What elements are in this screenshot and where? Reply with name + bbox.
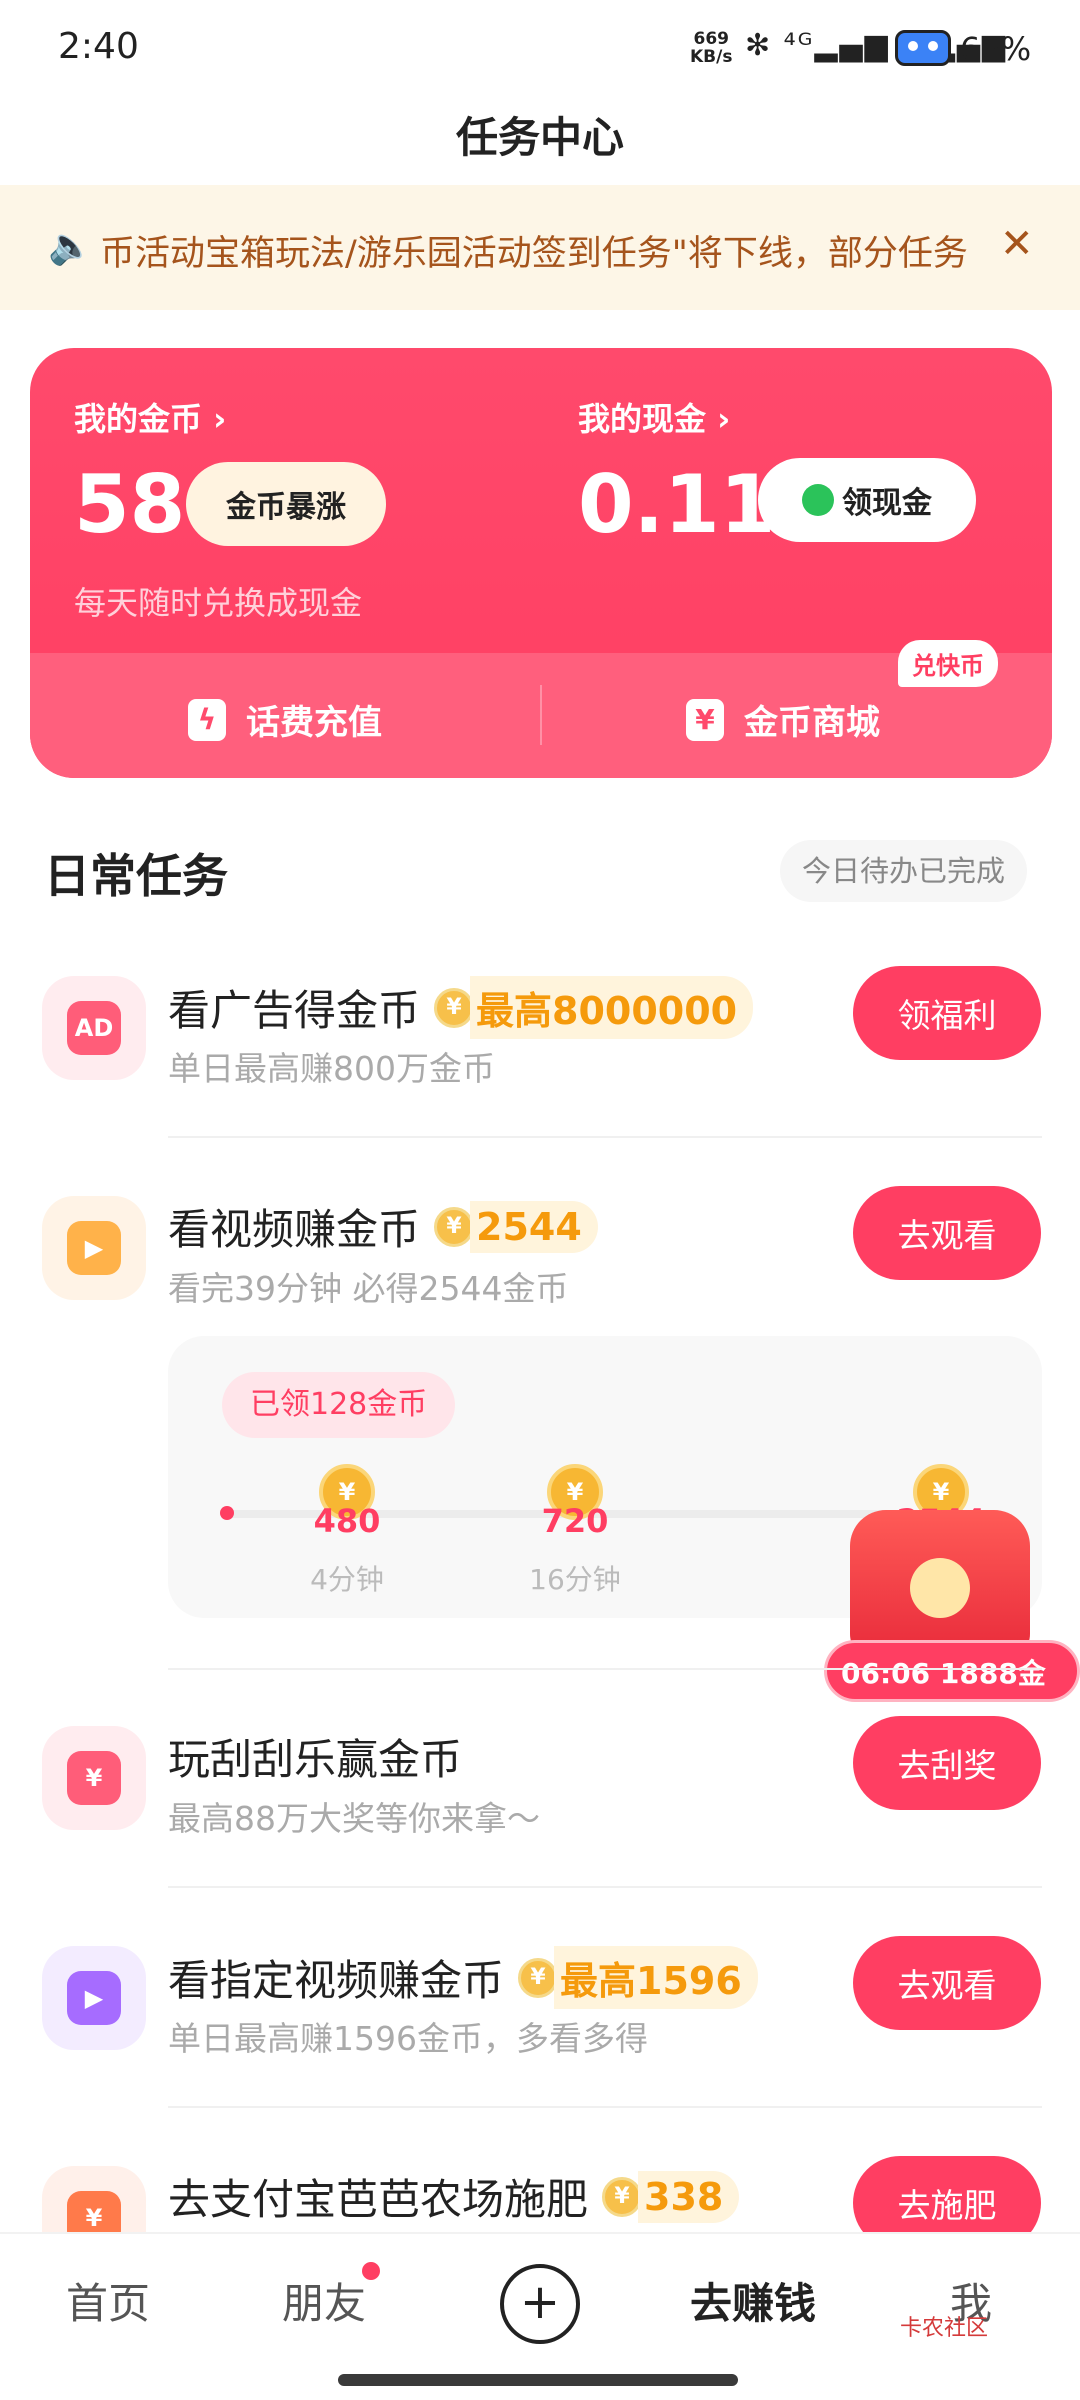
chest-countdown[interactable]: 06:06 1888金币 [824, 1640, 1080, 1752]
play-icon: ▶ [42, 1946, 146, 2050]
scratch-button[interactable]: 去刮奖 [853, 1716, 1041, 1810]
my-coins-link[interactable]: 我的金币 › [74, 394, 226, 440]
coin-icon: ¥ [434, 987, 475, 1028]
milestone-value: 720 [541, 1502, 609, 1540]
watermark: 卡农社区 [900, 2316, 989, 2341]
task-reward: 最高1596 [554, 1946, 758, 2009]
plus-icon[interactable]: + [500, 2264, 580, 2344]
nav-home[interactable]: 首页 [66, 2270, 150, 2331]
milestone-time: 16分钟 [529, 1563, 621, 1596]
nav-earn[interactable]: 去赚钱 [690, 2270, 816, 2331]
milestone: ¥ 720 16分钟 [520, 1464, 630, 1598]
task-scratch: ¥ 玩刮刮乐赢金币 最高88万大奖等你来拿～ 去刮奖 [0, 1716, 1080, 1926]
recharge-label: 话费充值 [246, 703, 382, 743]
task-specified-video: ▶ 看指定视频赚金币 ¥ 最高1596 单日最高赚1596金币，多看多得 去观看 [0, 1936, 1080, 2146]
status-time: 2:40 [58, 26, 139, 67]
video-camera-icon: ▶ [42, 1196, 146, 1300]
coin-icon: ¥ [518, 1957, 559, 1998]
ticket-icon: ¥ [686, 698, 724, 741]
task-title: 去支付宝芭芭农场施肥 ¥338 [168, 2166, 740, 2227]
nav-friends[interactable]: 朋友 [282, 2270, 366, 2331]
network-speed: 669 KB/s [690, 29, 733, 67]
recharge-button[interactable]: ϟ 话费充值 [188, 695, 382, 744]
claim-bonus-button[interactable]: 领福利 [853, 966, 1041, 1060]
withdraw-label: 领现金 [842, 486, 932, 521]
task-reward: 2544 [470, 1200, 598, 1253]
notice-text: 币活动宝箱玩法/游乐园活动签到任务"将下线，部分任务 [100, 234, 968, 274]
coin-mall-button[interactable]: ¥ 金币商城 [686, 695, 880, 744]
lightning-icon: ϟ [188, 698, 226, 741]
coin-mall-label: 金币商城 [744, 703, 880, 743]
battery-level: 66% [960, 30, 1032, 68]
scratch-card-icon: ¥ [42, 1726, 146, 1830]
task-subtitle: 看完39分钟 必得2544金币 [168, 1269, 569, 1308]
task-reward: 最高8000000 [470, 976, 754, 1039]
wechat-icon [802, 484, 834, 516]
my-cash-link[interactable]: 我的现金 › [578, 394, 730, 440]
milestone-time: 4分钟 [310, 1563, 384, 1596]
watch-button[interactable]: 去观看 [853, 1186, 1041, 1280]
battery-icon [895, 30, 951, 66]
milestone-value: 480 [313, 1502, 381, 1540]
task-subtitle: 单日最高赚1596金币，多看多得 [168, 2019, 648, 2058]
wallet-subtext: 每天随时兑换成现金 [74, 584, 363, 622]
task-title: 玩刮刮乐赢金币 [168, 1735, 463, 1784]
notice-banner[interactable]: 🔈 币活动宝箱玩法/游乐园活动签到任务"将下线，部分任务 ✕ [0, 185, 1080, 310]
treasure-chest-icon[interactable] [850, 1510, 1030, 1660]
coins-boost-button[interactable]: 金币暴涨 [186, 462, 386, 546]
coins-value: 58 [74, 458, 186, 551]
close-icon[interactable]: ✕ [1000, 221, 1034, 267]
coin-icon: ¥ [434, 1206, 475, 1247]
daily-status[interactable]: 今日待办已完成 [780, 840, 1028, 902]
task-subtitle: 最高88万大奖等你来拿～ [168, 1799, 540, 1838]
divider [168, 1886, 1042, 1888]
home-indicator[interactable] [338, 2374, 738, 2386]
page-title: 任务中心 [455, 113, 624, 162]
task-title: 看视频赚金币 ¥2544 [168, 1196, 598, 1257]
coin-icon: ¥ [602, 2176, 643, 2217]
progress-dot [220, 1506, 234, 1520]
divider [540, 685, 542, 745]
watch-button[interactable]: 去观看 [853, 1936, 1041, 2030]
milestone: ¥ 480 4分钟 [292, 1464, 402, 1598]
mall-badge: 兑快币 [898, 640, 998, 687]
task-ad: AD 看广告得金币 ¥ 最高8000000 单日最高赚800万金币 领福利 [0, 966, 1080, 1176]
wallet-card: 我的金币 › 58 金币暴涨 我的现金 › 0.11 领现金 每天随时兑换成现金… [30, 348, 1052, 778]
speaker-icon: 🔈 [48, 226, 93, 267]
divider [168, 1668, 1042, 1670]
ad-icon: AD [42, 976, 146, 1080]
notification-dot [362, 2262, 380, 2280]
daily-tasks-title: 日常任务 [44, 849, 228, 903]
task-reward: 338 [638, 2170, 740, 2223]
task-subtitle: 单日最高赚800万金币 [168, 1049, 495, 1088]
task-title: 看指定视频赚金币 ¥ 最高1596 [168, 1946, 758, 2009]
divider [168, 1136, 1042, 1138]
divider [168, 2106, 1042, 2108]
withdraw-cash-button[interactable]: 领现金 [758, 458, 976, 542]
cash-value: 0.11 [578, 458, 776, 551]
status-bar: 2:40 669 KB/s ✻ ⁴ᴳ▂▄▆ ⁴ᴳ▂▄▆ 66% [0, 0, 1080, 96]
task-title: 看广告得金币 ¥ 最高8000000 [168, 976, 754, 1039]
claimed-tip: 已领128金币 [222, 1372, 456, 1438]
